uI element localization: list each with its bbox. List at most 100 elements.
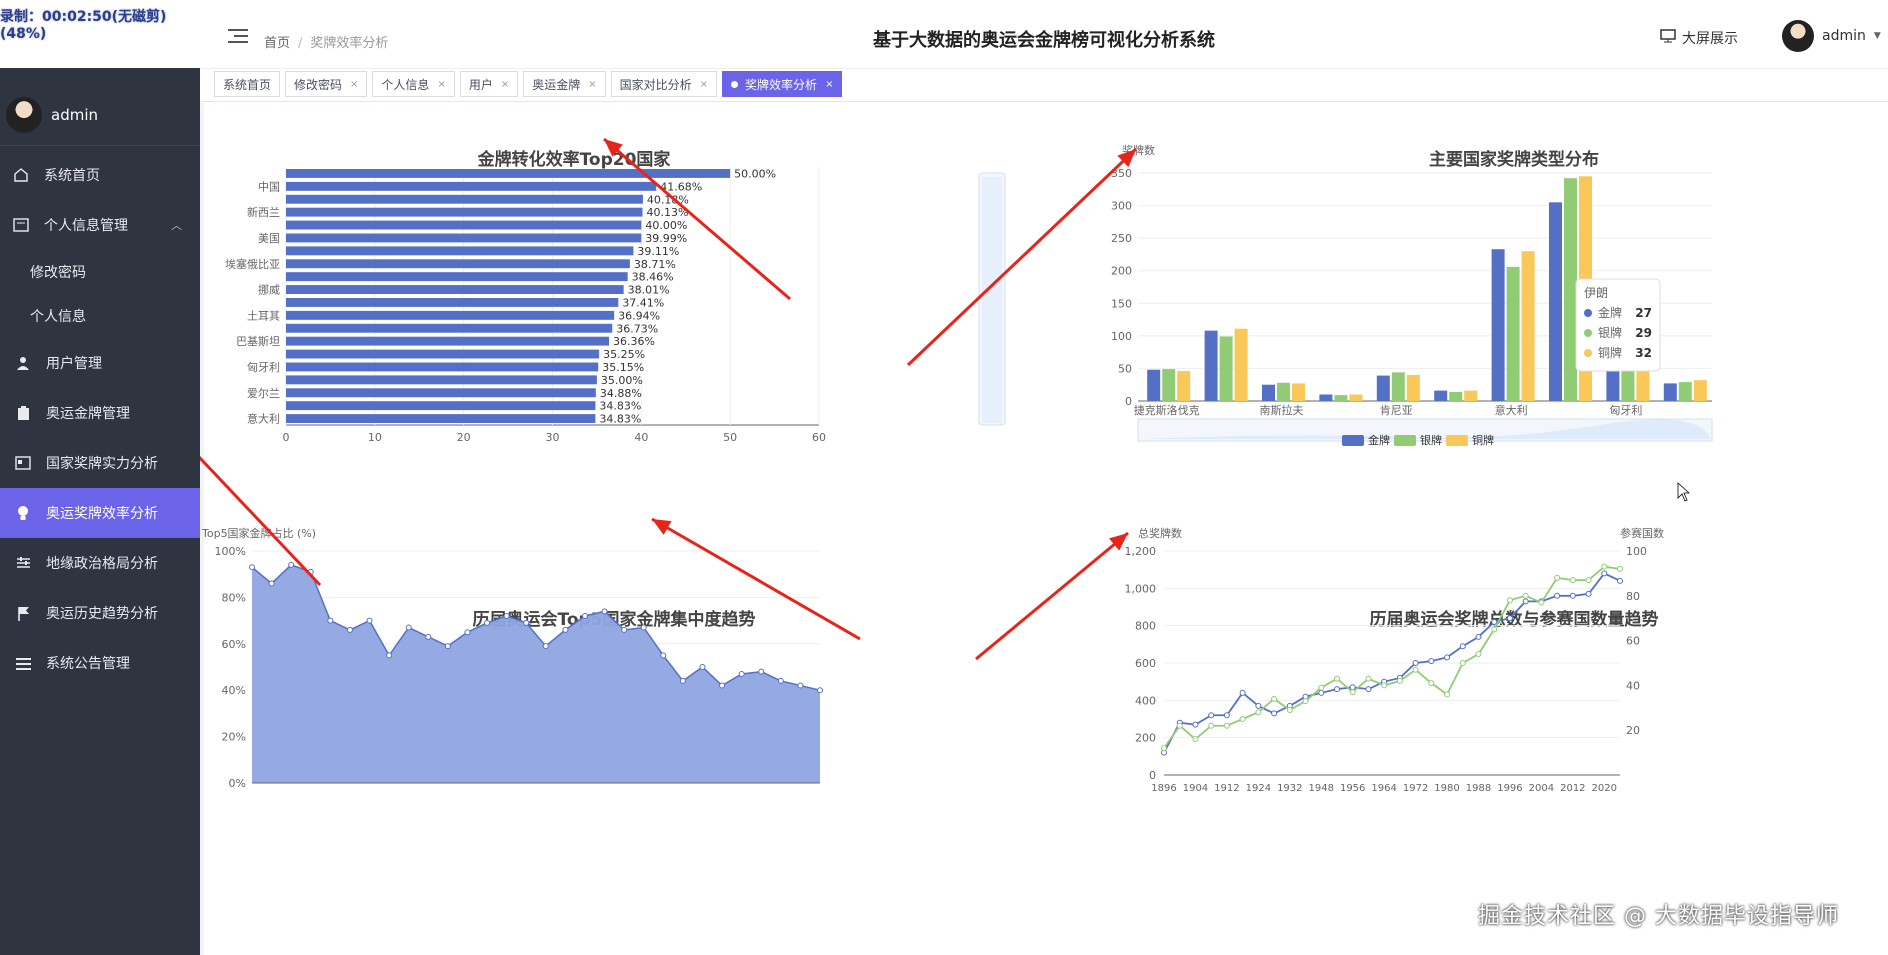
chart1-value-label: 39.11% [637,245,679,258]
chart4-point [1412,666,1419,673]
chart2-bar [1391,372,1405,401]
chart2-bar [1506,266,1520,401]
sidebar-item-announcements[interactable]: 系统公告管理 [0,638,200,688]
sliders-icon [14,554,32,572]
sidebar-item-label: 奥运历史趋势分析 [46,606,158,622]
tag-label: 奖牌效率分析 [745,77,818,92]
chart3-point [249,564,255,571]
chart2-y-tick: 150 [1111,297,1132,310]
breadcrumb-home[interactable]: 首页 [264,36,290,51]
chart1-value-label: 34.83% [599,400,641,413]
sidebar-item-label: 修改密码 [30,265,86,281]
sidebar-item-history[interactable]: 奥运历史趋势分析 [0,588,200,638]
chart4-point [1365,675,1372,682]
close-icon[interactable]: × [501,79,509,90]
chart3-point [503,612,510,619]
chart3-y-tick: 20% [222,731,246,744]
bigscreen-button[interactable]: 大屏展示 [1660,28,1738,48]
chart1-x-tick: 40 [634,431,648,444]
sidebar-item-geopolitics[interactable]: 地缘政治格局分析 [0,538,200,588]
chart4-x-tick: 1996 [1497,783,1522,794]
content-area: 金牌转化效率Top20国家 主要国家奖牌类型分布 历届奥运会Top5国家金牌集中… [200,103,1888,955]
page-title: 基于大数据的奥运会金牌榜可视化分析系统 [873,30,1215,51]
sidebar-item-country-strength[interactable]: 国家奖牌实力分析 [0,438,200,488]
chart2-tooltip-marker [1584,309,1592,317]
close-icon[interactable]: × [700,79,708,90]
tag-efficiency[interactable]: 奖牌效率分析 × [722,71,843,97]
tag-olympic-gold[interactable]: 奥运金牌 × [523,71,606,97]
chart4-y-tick-right: 40 [1626,679,1640,692]
close-icon[interactable]: × [825,79,833,90]
chart2-bar [1349,394,1363,401]
close-icon[interactable]: × [588,79,596,90]
sidebar-user[interactable]: admin [0,84,200,146]
chart4-point [1271,695,1278,702]
tag-home[interactable]: 系统首页 [214,71,281,97]
sidebar-item-efficiency[interactable]: 奥运奖牌效率分析 [0,488,200,538]
sidebar-item-personal-info[interactable]: 个人信息 [0,294,200,338]
chart2-tooltip-label: 银牌 [1598,326,1622,340]
chart4-y-tick-left: 0 [1149,769,1156,782]
breadcrumb: 首页 / 奖牌效率分析 [264,36,389,51]
bigscreen-label: 大屏展示 [1682,31,1738,47]
chart3-point [523,619,530,626]
chart4-point [1333,675,1340,682]
tag-change-password[interactable]: 修改密码 × [285,71,368,97]
caret-down-icon: ▼ [1873,31,1881,41]
sidebar-item-label: 系统公告管理 [46,656,130,672]
chart4-point [1554,592,1561,599]
chart2-tooltip-label: 金牌 [1598,305,1622,320]
chart2-x-tick: 南斯拉夫 [1260,403,1304,417]
chart4-point [1349,689,1356,696]
avatar [1782,20,1814,52]
chart4-x-tick: 2012 [1560,783,1585,794]
tag-users[interactable]: 用户 × [459,71,519,97]
chart3-point [581,612,588,619]
chart1-bar [286,298,619,307]
avatar [6,96,42,133]
chart2-bar [1693,380,1707,401]
chart3-point [797,682,804,689]
chart4-y-tick-right: 80 [1626,590,1640,603]
chart4-point [1365,686,1372,693]
chart3-y-tick: 100% [215,545,246,558]
sidebar-item-users[interactable]: 用户管理 [0,338,200,388]
chart4-y-tick-left: 600 [1135,657,1156,670]
sidebar-item-profile-manage[interactable]: 个人信息管理 ︿ [0,200,200,250]
chart1-bar [286,375,597,385]
chart1-bar [286,181,657,191]
sidebar-item-home[interactable]: 系统首页 [0,150,200,200]
tag-label: 修改密码 [294,77,343,92]
tag-label: 国家对比分析 [619,77,692,92]
chart4-y-tick-right: 20 [1626,724,1640,737]
sidebar-item-change-password[interactable]: 修改密码 [0,250,200,294]
chart4-x-tick: 2004 [1529,783,1554,794]
header-user-menu[interactable]: admin ▼ [1782,20,1881,52]
close-icon[interactable]: × [350,79,358,90]
chart2-bar [1606,368,1620,401]
chart1-bar [286,336,609,346]
chart4-point [1506,597,1513,604]
close-icon[interactable]: × [437,79,445,90]
chart1-bar [286,349,600,359]
hamburger-icon[interactable] [228,28,248,48]
chart4-point [1208,712,1215,719]
chart4-point [1444,691,1451,698]
chart4-point [1569,592,1576,599]
chart2-bar [1564,178,1577,401]
chart4-point [1302,698,1309,705]
chart3-point [346,626,353,633]
chart3-point [327,617,334,624]
sidebar-item-gold-manage[interactable]: 奥运金牌管理 [0,388,200,438]
chart1-y-tick: 中国 [258,180,280,193]
chart3-point [817,687,823,694]
chart4-point [1444,654,1451,661]
chart4-point [1585,577,1592,584]
chart4-y-tick-left: 1,200 [1125,545,1157,558]
chart3-y-tick: 60% [222,638,246,651]
tag-country-compare[interactable]: 国家对比分析 × [610,71,718,97]
chart1-bar [286,233,642,243]
tag-personal-info[interactable]: 个人信息 × [372,71,455,97]
chart3-point [777,677,784,684]
chart3-point [679,677,686,684]
